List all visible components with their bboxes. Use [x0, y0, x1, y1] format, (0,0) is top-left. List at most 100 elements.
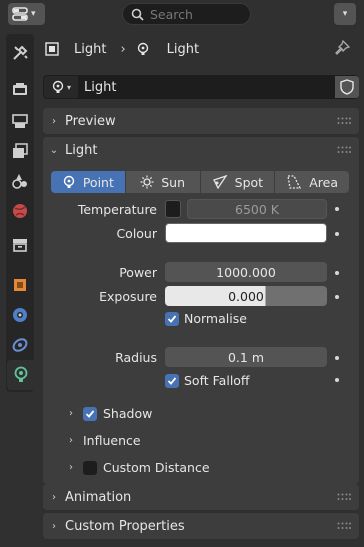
light-datablock-selector: ▾ Light — [43, 75, 359, 99]
light-bulb-icon — [14, 366, 28, 382]
datablock-name-field[interactable]: Light — [78, 76, 335, 98]
keyframe-dot[interactable] — [335, 356, 339, 360]
area-light-icon — [287, 175, 302, 189]
collection-icon — [13, 239, 27, 252]
tab-tool[interactable] — [7, 38, 33, 68]
chevron-down-icon: ▾ — [31, 9, 36, 19]
panel-light-header[interactable]: ⌄ Light — [43, 137, 359, 163]
tab-view-layer[interactable] — [7, 136, 33, 166]
shadow-checkbox[interactable] — [83, 406, 97, 421]
tab-world[interactable] — [7, 196, 33, 226]
shadow-label: Shadow — [103, 406, 153, 421]
drag-handle-icon[interactable] — [337, 522, 351, 530]
power-label: Power — [119, 265, 157, 280]
search-placeholder: Search — [150, 6, 193, 22]
light-type-spot-label: Spot — [234, 174, 264, 190]
panel-custom-properties[interactable]: › Custom Properties — [43, 513, 359, 539]
temperature-label: Temperature — [77, 202, 157, 217]
pin-icon[interactable] — [335, 40, 351, 56]
radius-label: Radius — [115, 350, 157, 365]
panel-animation-title: Animation — [65, 489, 132, 505]
drag-handle-icon[interactable] — [337, 117, 351, 125]
search-input[interactable]: Search — [122, 3, 251, 25]
custom-distance-label: Custom Distance — [103, 460, 210, 475]
light-type-area[interactable]: Area — [275, 171, 349, 193]
physics-icon — [13, 308, 27, 322]
light-bulb-icon — [52, 80, 64, 93]
properties-content: Light › Light ▾ Light › Preview ⌄ Light — [41, 30, 364, 547]
exposure-slider[interactable]: 0.000 — [165, 286, 327, 306]
light-type-area-label: Area — [309, 174, 339, 190]
panel-preview-title: Preview — [65, 113, 116, 129]
chevron-down-icon: ▾ — [342, 9, 348, 19]
tab-object[interactable] — [7, 270, 33, 300]
temperature-field[interactable]: 6500 K — [187, 199, 327, 219]
light-type-point[interactable]: Point — [51, 171, 126, 193]
colour-label: Colour — [116, 226, 157, 241]
constraints-icon — [12, 338, 28, 352]
normalise-checkbox-row[interactable]: Normalise — [165, 311, 247, 326]
tab-scene[interactable] — [7, 166, 33, 196]
temperature-toggle[interactable] — [165, 200, 181, 218]
datablock-browse-button[interactable]: ▾ — [44, 76, 78, 98]
tab-physics[interactable] — [7, 300, 33, 330]
soft-falloff-checkbox-row[interactable]: Soft Falloff — [165, 373, 250, 388]
normalise-label: Normalise — [184, 311, 247, 326]
chevron-right-icon: › — [52, 115, 56, 127]
subpanel-custom-distance[interactable]: › Custom Distance — [69, 460, 210, 475]
power-field[interactable]: 1000.000 — [165, 262, 327, 282]
subpanel-shadow[interactable]: › Shadow — [69, 406, 152, 421]
output-icon — [12, 114, 28, 128]
point-light-icon — [63, 175, 75, 188]
spot-light-icon — [212, 175, 228, 189]
breadcrumb-separator-icon: › — [120, 41, 126, 57]
render-icon — [13, 83, 27, 95]
tab-constraints[interactable] — [7, 330, 33, 360]
checkmark-icon — [85, 409, 95, 418]
light-type-sun-label: Sun — [161, 174, 186, 190]
fake-user-button[interactable] — [335, 76, 359, 98]
properties-header: ▾ Search ▾ — [0, 0, 364, 30]
shield-icon — [340, 79, 354, 95]
light-type-point-label: Point — [82, 174, 114, 190]
radius-field[interactable]: 0.1 m — [165, 347, 327, 367]
keyframe-dot[interactable] — [335, 232, 339, 236]
tab-output[interactable] — [7, 106, 33, 136]
subpanel-influence[interactable]: › Influence — [69, 433, 141, 448]
tab-collection[interactable] — [7, 230, 33, 260]
sun-icon — [140, 175, 154, 189]
keyframe-dot[interactable] — [335, 378, 339, 382]
chevron-right-icon: › — [69, 435, 73, 446]
tab-light-data[interactable] — [7, 360, 35, 390]
editor-type-button[interactable]: ▾ — [8, 3, 45, 25]
custom-distance-checkbox[interactable] — [83, 460, 97, 475]
keyframe-dot[interactable] — [335, 295, 339, 299]
chevron-right-icon: › — [69, 408, 73, 419]
breadcrumb-object: Light — [74, 41, 107, 57]
options-dropdown-button[interactable]: ▾ — [334, 3, 356, 25]
soft-falloff-checkbox[interactable] — [165, 373, 179, 388]
drag-handle-icon[interactable] — [337, 493, 351, 501]
world-icon — [13, 204, 27, 218]
chevron-right-icon: › — [69, 462, 73, 473]
colour-swatch[interactable] — [165, 223, 327, 243]
panel-light-title: Light — [65, 142, 98, 158]
search-icon — [131, 8, 144, 21]
light-type-selector: Point Sun Spot Area — [51, 171, 349, 193]
normalise-checkbox[interactable] — [165, 311, 179, 326]
breadcrumb-data: Light — [166, 41, 200, 57]
properties-tab-bar — [6, 34, 35, 392]
light-type-spot[interactable]: Spot — [201, 171, 276, 193]
view-layer-icon — [13, 143, 28, 158]
drag-handle-icon[interactable] — [337, 146, 351, 154]
keyframe-dot[interactable] — [335, 271, 339, 275]
panel-animation[interactable]: › Animation — [43, 484, 359, 510]
keyframe-dot[interactable] — [335, 207, 339, 211]
light-type-sun[interactable]: Sun — [126, 171, 201, 193]
panel-custom-properties-title: Custom Properties — [65, 518, 185, 534]
panel-preview[interactable]: › Preview — [43, 108, 359, 134]
panel-light: ⌄ Light Point Sun Spot Area Temperature … — [43, 137, 359, 484]
chevron-down-icon: ⌄ — [49, 144, 59, 156]
tool-icon — [13, 45, 28, 60]
tab-render[interactable] — [7, 74, 33, 104]
